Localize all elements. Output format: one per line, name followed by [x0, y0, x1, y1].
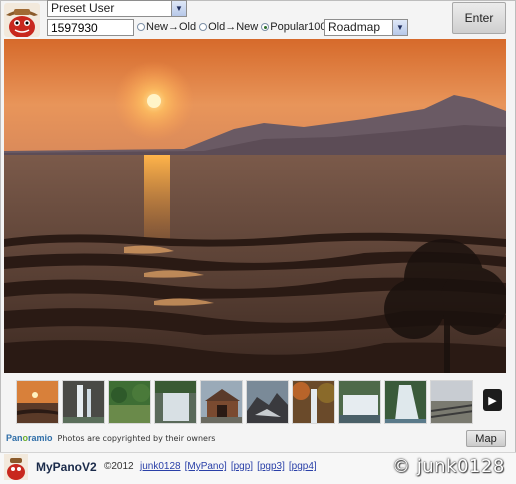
panoramio-logo-part: Pan: [6, 433, 23, 443]
chevron-down-icon: ▼: [392, 20, 407, 35]
footer: MyPanoV2 ©2012 junk0128 [MyPano] [pgp] […: [0, 452, 516, 484]
radio-button-icon[interactable]: [199, 23, 208, 31]
sort-popular-radio[interactable]: Popular100: [261, 21, 327, 33]
map-type-select[interactable]: Roadmap ▼: [324, 19, 408, 36]
garden-thumb-icon: [109, 381, 150, 423]
play-arrow-icon: ▶: [488, 394, 497, 407]
preset-user-value: Preset User: [51, 1, 115, 15]
thumbnail-7[interactable]: [292, 380, 335, 424]
map-type-value: Roadmap: [328, 20, 381, 34]
thumbnail-2[interactable]: [62, 380, 105, 424]
thumbnail-1[interactable]: [16, 380, 59, 424]
radio-button-selected-icon[interactable]: [261, 23, 270, 31]
link-mypano[interactable]: [MyPano]: [185, 461, 227, 472]
cascade-thumb-icon: [385, 381, 426, 423]
wide-falls-thumb-icon: [339, 381, 380, 423]
panoramio-logo-part: ramio: [28, 433, 53, 443]
thumbnail-3[interactable]: [108, 380, 151, 424]
radio-button-icon[interactable]: [137, 23, 145, 31]
copyright-note: Photos are copyrighted by their owners: [57, 433, 216, 443]
autumn-falls-thumb-icon: [293, 381, 334, 423]
sunset-flat-thumb-icon: [17, 381, 58, 423]
waterfall-thumb-icon: [63, 381, 104, 423]
thumbnail-4[interactable]: [154, 380, 197, 424]
sort-new-old-label: New→Old: [146, 21, 197, 33]
footer-avatar-icon: [4, 454, 28, 480]
preset-user-select[interactable]: Preset User ▼: [47, 0, 187, 17]
link-pgp[interactable]: [pgp]: [231, 461, 253, 472]
thumbnail-9[interactable]: [384, 380, 427, 424]
rocks-thumb-icon: [247, 381, 288, 423]
user-avatar-icon: [4, 3, 40, 37]
map-button[interactable]: Map: [466, 430, 506, 447]
falls-thumb-icon: [155, 381, 196, 423]
covered-bridge-thumb-icon: [201, 381, 242, 423]
footer-links: junk0128 [MyPano] [pgp] [pgp3] [pgp4]: [140, 461, 317, 472]
sunset-tidal-flat-photo-icon: [4, 39, 506, 373]
railway-thumb-icon: [431, 381, 472, 423]
sort-old-new-radio[interactable]: Old→New: [199, 21, 258, 33]
sort-new-old-radio[interactable]: New→Old: [137, 21, 196, 33]
link-pgp4[interactable]: [pgp4]: [289, 461, 317, 472]
sort-popular-label: Popular100: [270, 21, 327, 33]
thumbnail-8[interactable]: [338, 380, 381, 424]
thumbnail-10[interactable]: [430, 380, 473, 424]
credit-row: Panoramio Photos are copyrighted by thei…: [6, 433, 215, 443]
copyright-year: ©2012: [104, 461, 134, 472]
thumbnail-5[interactable]: [200, 380, 243, 424]
main-photo[interactable]: [4, 39, 506, 373]
chevron-down-icon: ▼: [171, 1, 186, 16]
app-name: MyPanoV2: [36, 460, 97, 474]
photo-id-input[interactable]: [47, 19, 134, 36]
sort-old-new-label: Old→New: [208, 21, 259, 33]
thumbnail-6[interactable]: [246, 380, 289, 424]
enter-button[interactable]: Enter: [452, 2, 506, 34]
next-thumbnails-button[interactable]: ▶: [483, 389, 502, 411]
thumbnail-strip: [16, 380, 473, 424]
panoramio-logo[interactable]: Panoramio: [6, 433, 53, 443]
sort-radio-group: New→Old Old→New Popular100: [137, 21, 327, 33]
watermark: © junk0128: [392, 456, 505, 477]
link-junk0128[interactable]: junk0128: [140, 461, 181, 472]
link-pgp3[interactable]: [pgp3]: [257, 461, 285, 472]
